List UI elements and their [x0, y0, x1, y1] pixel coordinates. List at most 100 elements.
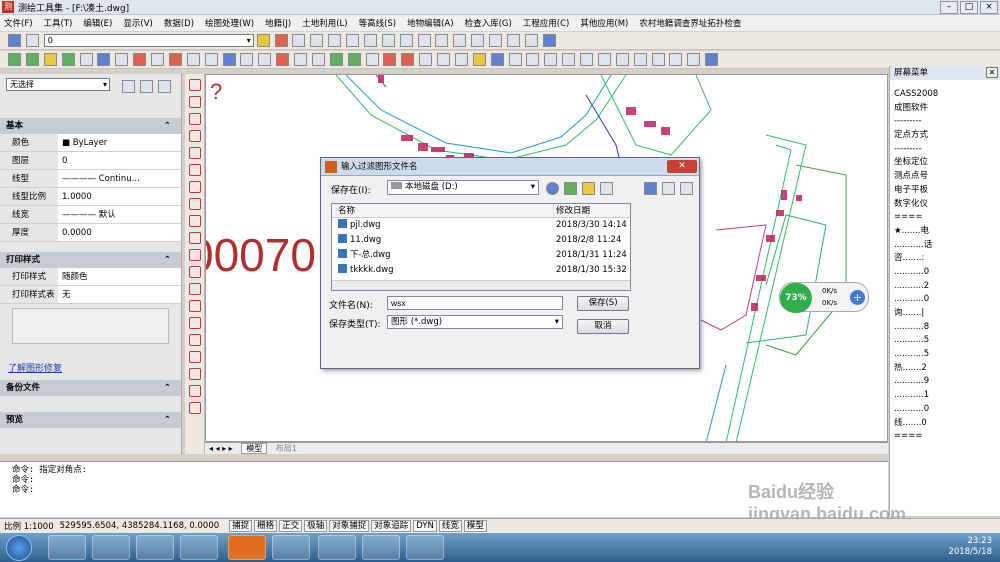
screen-menu-item[interactable]: 定点方式: [890, 129, 1000, 143]
clock-date[interactable]: 2018/5/18: [948, 547, 992, 558]
zoom-out-icon[interactable]: [363, 34, 377, 47]
prop-row-layer[interactable]: 图层 0: [0, 152, 181, 170]
taskbar-pdf-icon[interactable]: [228, 535, 266, 560]
zoom-in-icon[interactable]: [346, 34, 359, 47]
search-icon[interactable]: [644, 182, 657, 195]
screen-menu-item[interactable]: CASS2008: [890, 88, 1000, 102]
node-icon[interactable]: [489, 34, 502, 47]
screen-menu-item[interactable]: 数字化仪: [890, 198, 1000, 212]
cass-tool-25-icon[interactable]: [437, 53, 450, 66]
properties-icon[interactable]: [687, 53, 701, 66]
vertex-tool-icon[interactable]: [188, 385, 201, 397]
preview-icon[interactable]: [526, 53, 540, 66]
help2-icon[interactable]: [705, 53, 719, 66]
cut-icon[interactable]: [544, 53, 558, 66]
curve-tool-icon[interactable]: [188, 147, 201, 159]
layer-state-icon[interactable]: [25, 34, 39, 47]
backup-section-header[interactable]: 备份文件: [0, 380, 181, 396]
taskbar-app-2-icon[interactable]: [92, 535, 130, 560]
cass-tool-17-icon[interactable]: [294, 53, 307, 66]
tools-icon[interactable]: [662, 182, 675, 195]
toggle-snap[interactable]: 捕捉: [229, 520, 253, 532]
paste-icon[interactable]: [580, 53, 593, 66]
pan-icon[interactable]: [328, 34, 342, 47]
prop-row-linetype-scale[interactable]: 线型比例 1.0000: [0, 188, 181, 206]
cass-tool-7-icon[interactable]: [115, 53, 129, 66]
toggle-dyn[interactable]: DYN: [413, 520, 437, 532]
code-tool-icon[interactable]: [188, 164, 201, 176]
quick-select-icon[interactable]: [158, 80, 171, 93]
region-tool-icon[interactable]: [188, 300, 201, 312]
cass-tool-13-icon[interactable]: [222, 53, 236, 66]
save-in-dropdown[interactable]: 本地磁盘 (D:) ▾: [387, 180, 539, 195]
undo-icon[interactable]: [399, 34, 413, 47]
menu-contour[interactable]: 等高线(S): [359, 17, 397, 29]
taskbar-app-9-icon[interactable]: [406, 535, 444, 560]
toggle-lineweight[interactable]: 线宽: [438, 520, 462, 532]
prop-row-color[interactable]: 颜色 ■ ByLayer: [0, 134, 181, 152]
cass-tool-8-icon[interactable]: [133, 53, 147, 66]
heavy-tool-icon[interactable]: [188, 368, 201, 380]
cass-tool-4-icon[interactable]: [61, 53, 75, 66]
prop-row-plot-table[interactable]: 打印样式表无: [0, 286, 181, 304]
draw-icon[interactable]: [256, 34, 270, 47]
cass-tool-12-icon[interactable]: [204, 53, 218, 66]
toggle-pickadd-icon[interactable]: [122, 80, 135, 93]
col-name-header[interactable]: 名称: [332, 204, 554, 217]
cass-tool-6-icon[interactable]: [97, 53, 111, 66]
edit-tool-icon[interactable]: [188, 334, 201, 346]
cass-tool-9-icon[interactable]: [151, 53, 164, 66]
text-tool-icon[interactable]: [188, 130, 201, 142]
cass-tool-20-icon[interactable]: [347, 53, 361, 66]
line-icon[interactable]: [506, 34, 520, 47]
redo2-icon[interactable]: [633, 53, 647, 66]
filename-input[interactable]: [387, 296, 563, 310]
edit-icon[interactable]: [453, 34, 467, 47]
new-file-icon[interactable]: [454, 53, 468, 66]
menu-draw[interactable]: 绘图处理(W): [205, 17, 254, 29]
open-file-icon[interactable]: [472, 53, 486, 66]
screen-menu-close-button[interactable]: ✕: [986, 67, 998, 78]
screen-menu-item[interactable]: 成图软件: [890, 102, 1000, 116]
menu-feature-edit[interactable]: 地物编辑(A): [407, 17, 453, 29]
start-button[interactable]: [6, 535, 32, 561]
ellipse-tool-icon[interactable]: [188, 215, 201, 227]
cass-tool-14-icon[interactable]: [240, 53, 254, 66]
menu-other[interactable]: 其他应用(M): [580, 17, 628, 29]
plus-icon[interactable]: +: [850, 290, 865, 305]
grid-icon[interactable]: [435, 34, 449, 47]
dialog-close-button[interactable]: ✕: [667, 160, 697, 173]
filetype-dropdown[interactable]: 图形 (*.dwg) ▾: [387, 315, 563, 329]
menu-edit[interactable]: 编辑(E): [83, 17, 112, 29]
col-date-header[interactable]: 修改日期: [554, 204, 630, 217]
file-row[interactable]: tkkkk.dwg 2018/1/30 15:32: [332, 263, 630, 278]
clock-time[interactable]: 23:23: [948, 536, 993, 547]
redo-icon[interactable]: [417, 34, 431, 47]
cass-tool-11-icon[interactable]: [186, 53, 200, 66]
horizontal-scrollbar[interactable]: [332, 280, 630, 290]
save-button[interactable]: 保存(S): [577, 296, 629, 311]
cass-tool-16-icon[interactable]: [276, 53, 290, 66]
menu-tools[interactable]: 工具(T): [44, 17, 73, 29]
menu-view[interactable]: 显示(V): [123, 17, 152, 29]
cass-tool-1-icon[interactable]: [8, 53, 21, 66]
measure-icon[interactable]: [310, 34, 324, 47]
match-icon[interactable]: [597, 53, 611, 66]
file-row[interactable]: pjl.dwg 2018/3/30 14:14: [332, 218, 630, 233]
move-icon[interactable]: [471, 34, 485, 47]
save-file-icon[interactable]: [490, 53, 504, 66]
cass-tool-23-icon[interactable]: [401, 53, 415, 66]
screen-menu-item[interactable]: 测点点号: [890, 170, 1000, 184]
line-tool-icon[interactable]: [188, 79, 201, 91]
views-icon[interactable]: [680, 182, 693, 195]
menu-file[interactable]: 文件(F): [4, 17, 33, 29]
cass-tool-19-icon[interactable]: [329, 53, 343, 66]
menu-topology[interactable]: 农村地籍调查界址拓扑检查: [639, 17, 741, 29]
taskbar-folder-icon[interactable]: [318, 535, 356, 560]
block-tool-icon[interactable]: [188, 249, 201, 261]
cass-tool-3-icon[interactable]: [43, 53, 57, 66]
selection-dropdown[interactable]: 无选择: [6, 78, 110, 91]
zoom2-icon[interactable]: [669, 53, 683, 66]
back-icon[interactable]: [546, 182, 559, 195]
command-prompt[interactable]: 命令:: [12, 485, 876, 495]
